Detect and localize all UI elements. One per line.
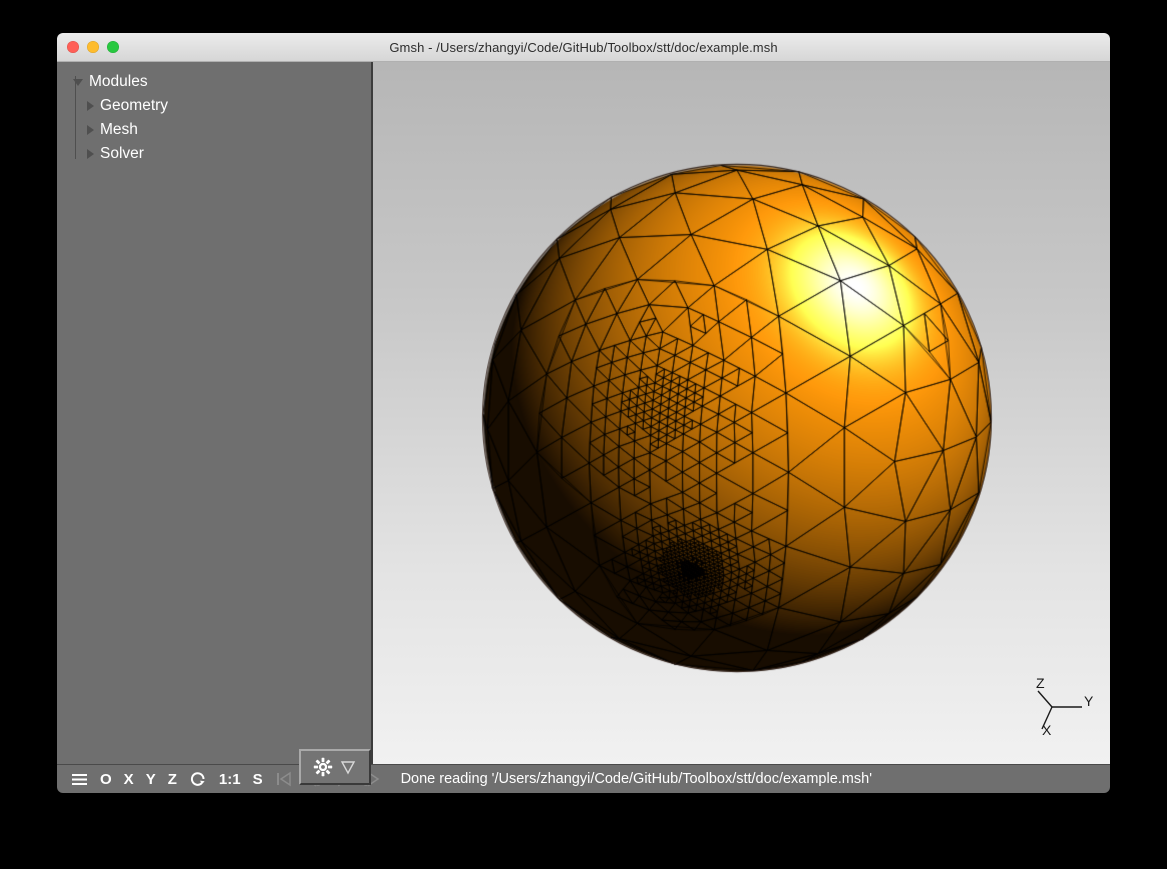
rotate-icon[interactable] <box>183 765 213 794</box>
options-button[interactable] <box>299 749 371 785</box>
tree-item-label: Mesh <box>100 121 138 139</box>
tree-item-modules[interactable]: Modules <box>57 70 371 94</box>
snapshot-button[interactable]: S <box>247 765 269 794</box>
axis-label-y: Y <box>1084 693 1094 709</box>
mesh-render-canvas[interactable] <box>373 62 1110 764</box>
minimize-button[interactable] <box>87 41 99 53</box>
view-x-button[interactable]: X <box>118 765 140 794</box>
title-bar[interactable]: Gmsh - /Users/zhangyi/Code/GitHub/Toolbo… <box>57 33 1110 62</box>
tree-item-geometry[interactable]: Geometry <box>57 94 371 118</box>
chevron-down-icon[interactable] <box>73 79 83 86</box>
scale-1-1-button[interactable]: 1:1 <box>213 765 247 794</box>
axis-triad: Z Y X <box>1022 673 1094 750</box>
gmsh-window: Gmsh - /Users/zhangyi/Code/GitHub/Toolbo… <box>57 33 1110 793</box>
triangle-down-icon[interactable] <box>339 758 357 776</box>
gear-icon <box>313 757 333 777</box>
view-o-button[interactable]: O <box>94 765 118 794</box>
window-title: Gmsh - /Users/zhangyi/Code/GitHub/Toolbo… <box>57 40 1110 55</box>
tree-item-mesh[interactable]: Mesh <box>57 118 371 142</box>
view-z-button[interactable]: Z <box>162 765 183 794</box>
skip-to-start-icon <box>269 765 299 794</box>
view-y-button[interactable]: Y <box>140 765 162 794</box>
status-bar: O X Y Z 1:1 S <box>57 764 1110 793</box>
menu-icon[interactable] <box>65 765 94 794</box>
3d-viewport[interactable]: Z Y X <box>373 62 1110 764</box>
chevron-right-icon[interactable] <box>87 101 94 111</box>
maximize-button[interactable] <box>107 41 119 53</box>
close-button[interactable] <box>67 41 79 53</box>
chevron-right-icon[interactable] <box>87 125 94 135</box>
module-tree: Modules Geometry Mesh Solver <box>57 62 371 166</box>
window-controls <box>67 41 119 53</box>
tree-item-label: Solver <box>100 145 144 163</box>
tree-item-label: Geometry <box>100 97 168 115</box>
tree-item-label: Modules <box>89 73 148 91</box>
window-body: Modules Geometry Mesh Solver <box>57 62 1110 764</box>
axis-label-x: X <box>1042 722 1052 738</box>
tree-item-solver[interactable]: Solver <box>57 142 371 166</box>
chevron-right-icon[interactable] <box>87 149 94 159</box>
status-message: Done reading '/Users/zhangyi/Code/GitHub… <box>401 771 872 787</box>
axis-label-z: Z <box>1036 675 1045 691</box>
sidebar: Modules Geometry Mesh Solver <box>57 62 373 764</box>
